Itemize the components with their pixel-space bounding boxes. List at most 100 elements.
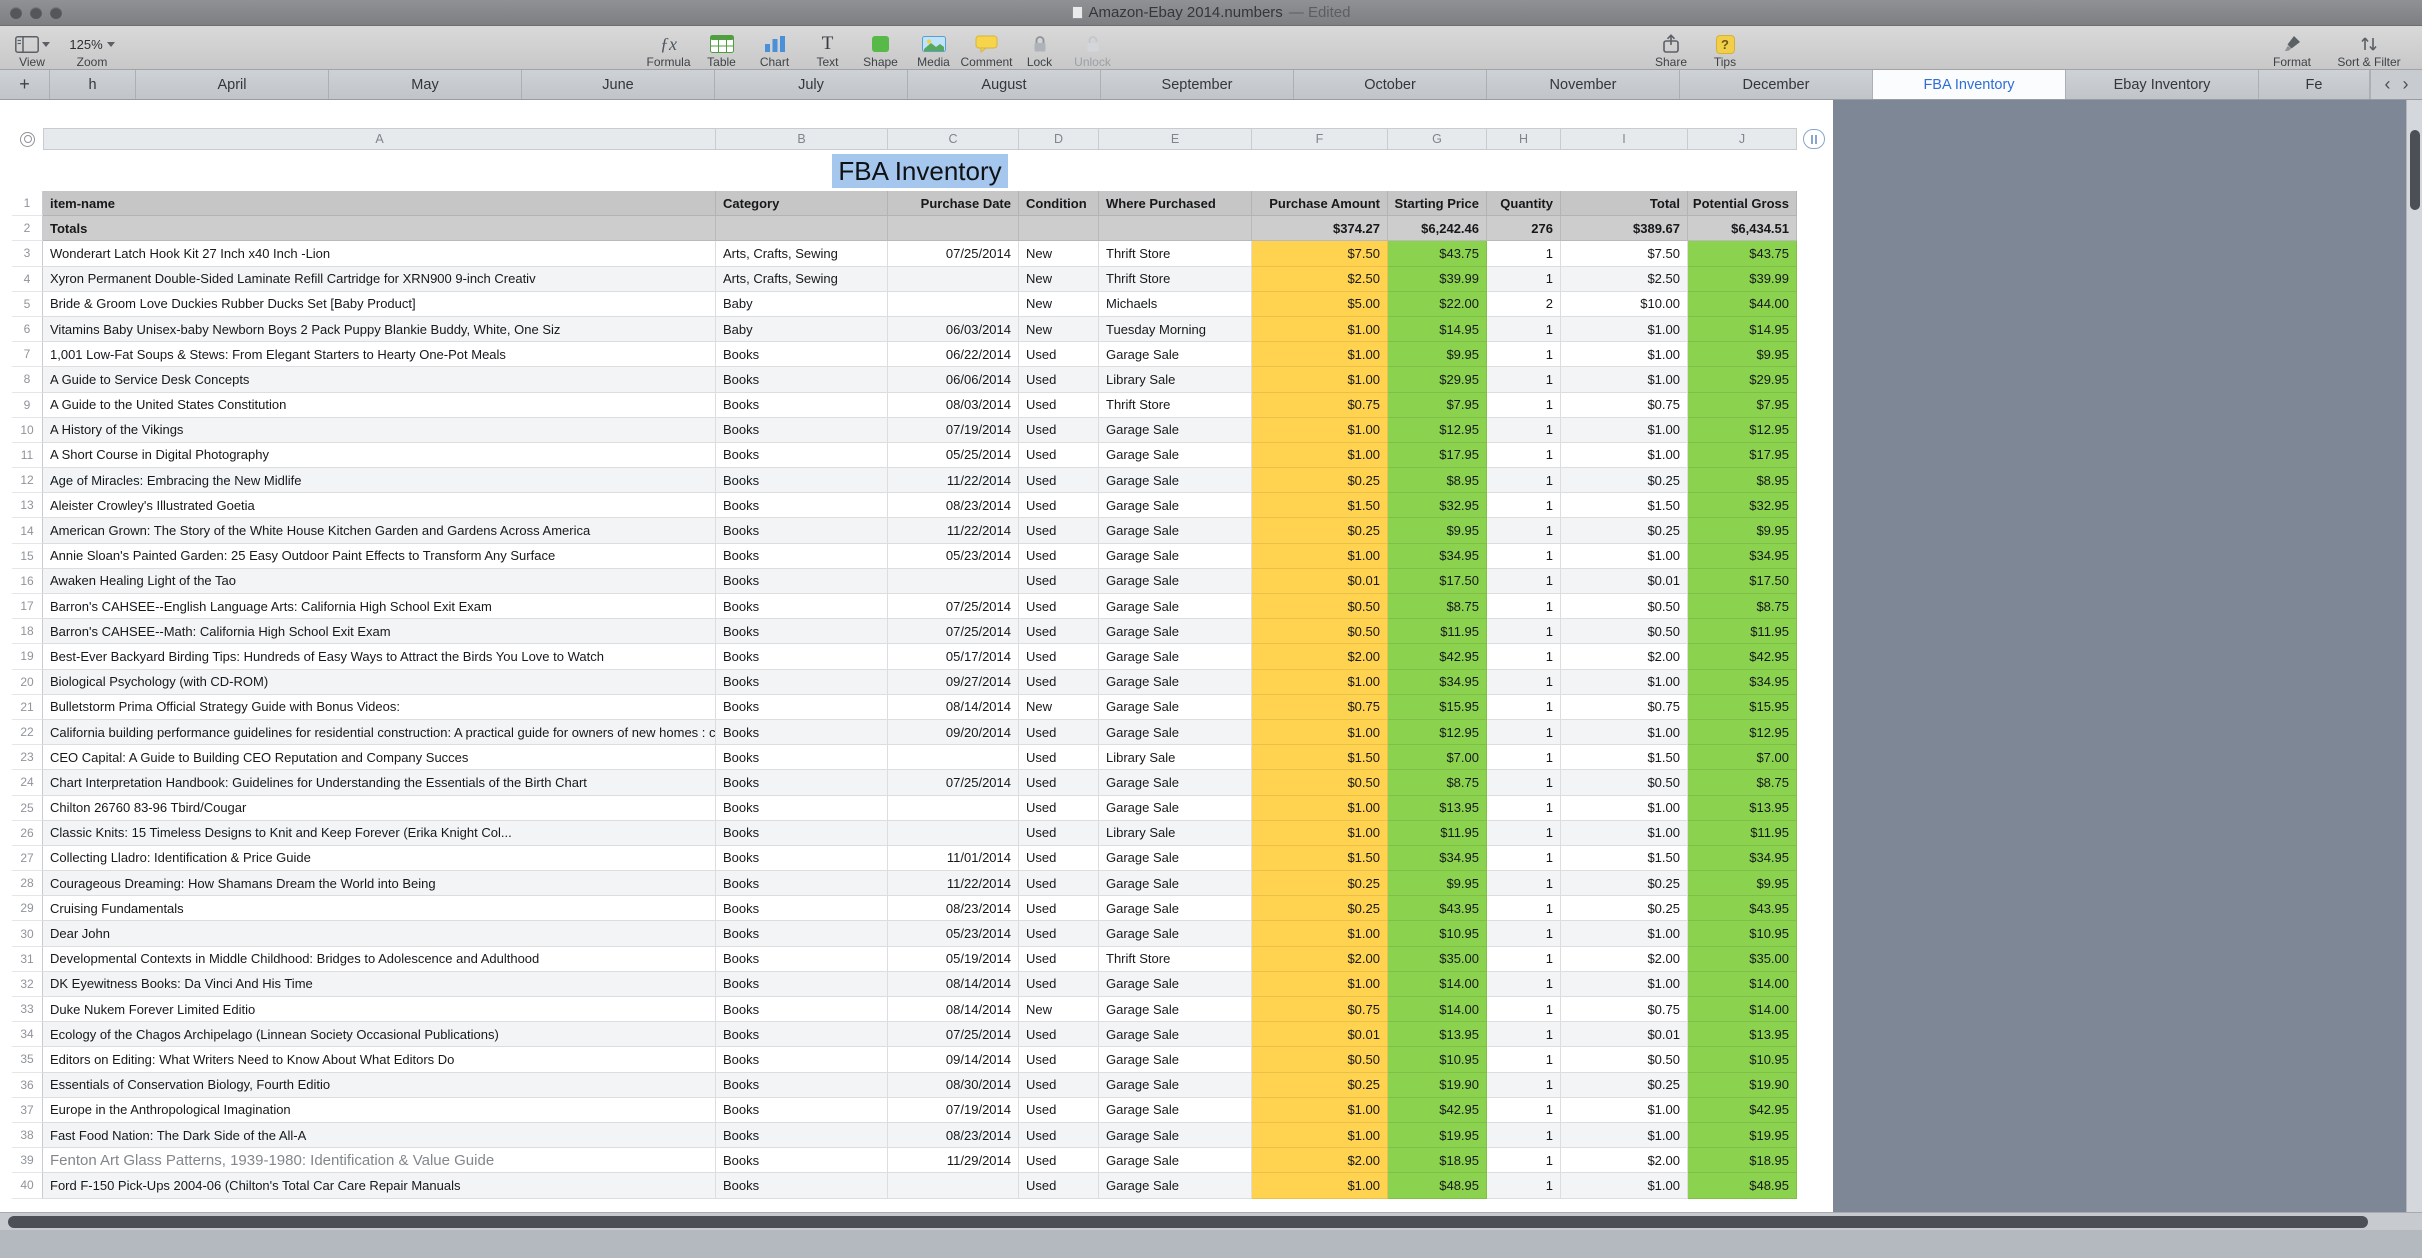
cell[interactable]: $2.00 [1252, 946, 1388, 972]
row-number[interactable]: 12 [12, 468, 43, 494]
lock-button[interactable]: Lock [1013, 27, 1066, 69]
cell[interactable]: 1 [1487, 997, 1561, 1023]
cell[interactable]: $34.95 [1688, 669, 1797, 695]
cell[interactable]: 1 [1487, 719, 1561, 746]
cell[interactable]: Used [1019, 1148, 1099, 1174]
column-header-cell[interactable]: Condition [1019, 191, 1099, 217]
sheet-tab-fba-inventory[interactable]: FBA Inventory [1873, 70, 2066, 99]
cell[interactable]: Used [1019, 493, 1099, 519]
column-header-cell[interactable]: Potential Gross [1688, 191, 1797, 217]
cell[interactable]: New [1019, 694, 1099, 720]
sheet-tab-october[interactable]: October [1294, 70, 1487, 99]
cell[interactable]: $6,434.51 [1688, 216, 1797, 242]
cell[interactable]: $9.95 [1388, 871, 1487, 897]
row-number[interactable]: 21 [12, 694, 43, 720]
cell[interactable]: 1 [1487, 1173, 1561, 1199]
cell[interactable]: Wonderart Latch Hook Kit 27 Inch x40 Inc… [43, 241, 716, 267]
close-window-icon[interactable] [10, 7, 22, 19]
row-number[interactable]: 18 [12, 619, 43, 645]
cell[interactable]: 08/14/2014 [888, 971, 1019, 997]
cell[interactable]: Books [716, 1173, 888, 1199]
column-header-cell[interactable]: Category [716, 191, 888, 217]
cell[interactable]: $0.25 [1252, 1072, 1388, 1098]
column-letter-h[interactable]: H [1487, 128, 1561, 150]
tab-scroll-right-icon[interactable]: › [2403, 74, 2409, 95]
row-number[interactable]: 36 [12, 1072, 43, 1098]
cell[interactable]: Garage Sale [1099, 543, 1252, 569]
cell[interactable]: $0.01 [1252, 568, 1388, 594]
column-header-cell[interactable]: Where Purchased [1099, 191, 1252, 217]
cell[interactable]: $8.75 [1388, 594, 1487, 620]
vertical-scrollbar-thumb[interactable] [2410, 130, 2420, 210]
cell[interactable]: $10.00 [1561, 291, 1688, 317]
cell[interactable]: Essentials of Conservation Biology, Four… [43, 1072, 716, 1098]
cell[interactable]: Developmental Contexts in Middle Childho… [43, 946, 716, 972]
cell[interactable]: $0.50 [1252, 594, 1388, 620]
cell[interactable]: $44.00 [1688, 291, 1797, 317]
cell[interactable]: $1.50 [1252, 493, 1388, 519]
cell[interactable]: $34.95 [1388, 543, 1487, 569]
cell[interactable]: Used [1019, 896, 1099, 922]
cell[interactable]: 1 [1487, 316, 1561, 343]
cell[interactable]: New [1019, 241, 1099, 267]
cell[interactable]: $9.95 [1688, 518, 1797, 544]
row-number[interactable]: 1 [12, 191, 43, 217]
horizontal-scrollbar-thumb[interactable] [8, 1216, 2368, 1228]
zoom-control[interactable]: 125% Zoom [62, 27, 122, 69]
cell[interactable]: Garage Sale [1099, 1122, 1252, 1149]
view-button[interactable]: View [8, 27, 56, 69]
cell[interactable]: 09/27/2014 [888, 669, 1019, 695]
cell[interactable]: $13.95 [1388, 1022, 1487, 1048]
cell[interactable]: Books [716, 946, 888, 972]
cell[interactable]: Used [1019, 745, 1099, 771]
cell[interactable]: 1 [1487, 896, 1561, 922]
cell[interactable]: $0.25 [1252, 896, 1388, 922]
cell[interactable] [1099, 216, 1252, 242]
row-number[interactable]: 14 [12, 518, 43, 544]
cell[interactable]: $6,242.46 [1388, 216, 1487, 242]
cell[interactable]: $13.95 [1388, 795, 1487, 821]
cell[interactable]: Thrift Store [1099, 946, 1252, 972]
cell[interactable]: Collecting Lladro: Identification & Pric… [43, 845, 716, 872]
share-button[interactable]: Share [1644, 27, 1698, 69]
cell[interactable]: Used [1019, 518, 1099, 544]
table-resize-handle-icon[interactable] [1803, 129, 1825, 149]
cell[interactable]: Books [716, 342, 888, 368]
cell[interactable]: $1.00 [1561, 367, 1688, 393]
cell[interactable]: Books [716, 493, 888, 519]
row-number[interactable]: 39 [12, 1148, 43, 1174]
column-letter-j[interactable]: J [1688, 128, 1797, 150]
cell[interactable]: Garage Sale [1099, 997, 1252, 1023]
cell[interactable]: $19.95 [1388, 1122, 1487, 1149]
cell[interactable]: $9.95 [1688, 871, 1797, 897]
sheet-tab-july[interactable]: July [715, 70, 908, 99]
sheet-tab-h[interactable]: h [50, 70, 136, 99]
cell[interactable]: 11/29/2014 [888, 1148, 1019, 1174]
cell[interactable]: $1.00 [1561, 342, 1688, 368]
cell[interactable]: $1.00 [1561, 543, 1688, 569]
cell[interactable]: $32.95 [1388, 493, 1487, 519]
cell[interactable]: 1 [1487, 241, 1561, 267]
cell[interactable]: $8.75 [1688, 770, 1797, 796]
cell[interactable] [888, 745, 1019, 771]
cell[interactable]: $19.90 [1688, 1072, 1797, 1098]
cell[interactable]: Used [1019, 820, 1099, 846]
table-title[interactable]: FBA Inventory [43, 154, 1797, 190]
cell[interactable]: $43.95 [1688, 896, 1797, 922]
cell[interactable]: 1 [1487, 417, 1561, 443]
cell[interactable]: 06/03/2014 [888, 316, 1019, 343]
cell[interactable]: Annie Sloan's Painted Garden: 25 Easy Ou… [43, 543, 716, 569]
cell[interactable]: $35.00 [1388, 946, 1487, 972]
cell[interactable]: Used [1019, 342, 1099, 368]
cell[interactable]: Duke Nukem Forever Limited Editio [43, 997, 716, 1023]
cell[interactable]: 05/23/2014 [888, 543, 1019, 569]
add-sheet-button[interactable]: + [0, 70, 50, 99]
cell[interactable]: 08/30/2014 [888, 1072, 1019, 1098]
cell[interactable]: $374.27 [1252, 216, 1388, 242]
cell[interactable]: 1 [1487, 442, 1561, 469]
cell[interactable]: $7.95 [1388, 392, 1487, 418]
row-number[interactable]: 10 [12, 417, 43, 443]
shape-button[interactable]: Shape [854, 27, 907, 69]
cell[interactable]: $1.00 [1252, 1122, 1388, 1149]
cell[interactable]: Garage Sale [1099, 644, 1252, 670]
